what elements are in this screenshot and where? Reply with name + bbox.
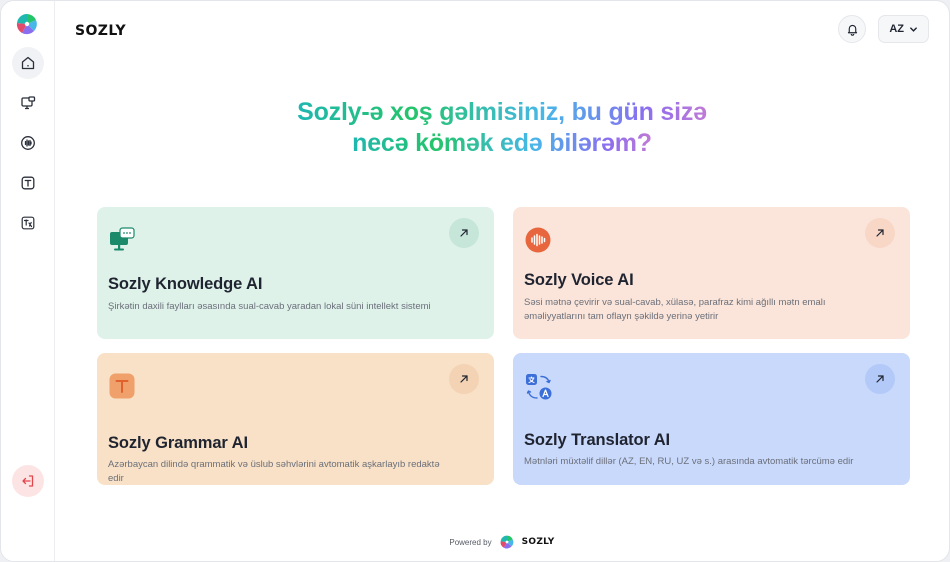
notifications-button[interactable] <box>838 15 867 43</box>
sozly-logo-icon <box>500 535 513 549</box>
app-window: SOZLY AZ Sozly-ə xoş gəlmisiniz, bu gün … <box>0 0 950 562</box>
arrow-up-right-icon <box>460 375 468 383</box>
brand-wordmark: SOZLY <box>75 23 127 39</box>
home-icon <box>21 56 35 70</box>
sozly-logo-icon[interactable] <box>16 13 38 35</box>
card-description: Şirkətin daxili faylları əsasında sual-c… <box>108 301 431 312</box>
card-description: Mətnləri müxtəlif dillər (AZ, EN, RU, UZ… <box>524 456 854 467</box>
arrow-up-right-icon <box>876 229 884 237</box>
grammar-icon <box>21 176 35 190</box>
card-title: Sozly Knowledge AI <box>108 275 263 293</box>
arrow-up-right-icon <box>460 229 468 237</box>
voice-wave-icon <box>525 227 551 253</box>
language-selector[interactable]: AZ <box>878 15 929 43</box>
sidebar-item-voice[interactable] <box>12 127 44 159</box>
knowledge-monitor-icon <box>110 227 135 251</box>
welcome-line-2: necə kömək edə bilərəm? <box>352 129 652 157</box>
sidebar-item-knowledge[interactable] <box>12 87 44 119</box>
translate-icon <box>526 374 552 400</box>
grammar-text-icon <box>109 373 135 399</box>
welcome-line-1: Sozly-ə xoş gəlmisiniz, bu gün sizə <box>297 98 707 126</box>
logout-button[interactable] <box>12 465 44 497</box>
arrow-up-right-icon <box>876 375 884 383</box>
header-actions: AZ <box>838 15 929 43</box>
knowledge-icon <box>21 96 36 110</box>
footer: Powered by SOZLY <box>55 535 949 549</box>
voice-icon <box>21 136 35 150</box>
open-arrow-button[interactable] <box>865 364 895 394</box>
logout-icon <box>22 475 34 487</box>
translator-icon <box>21 216 35 230</box>
card-description: Azərbaycan dilində qrammatik və üslub sə… <box>108 459 440 484</box>
open-arrow-button[interactable] <box>865 218 895 248</box>
open-arrow-button[interactable] <box>449 364 479 394</box>
language-label: AZ <box>889 23 904 35</box>
chevron-down-icon <box>910 26 917 32</box>
sidebar-item-grammar[interactable] <box>12 167 44 199</box>
brand-logo[interactable]: SOZLY <box>75 22 127 39</box>
sidebar <box>1 1 55 561</box>
sidebar-item-translator[interactable] <box>12 207 44 239</box>
card-description: Səsi mətnə çevirir və sual-cavab, xülasə… <box>524 297 826 322</box>
sidebar-item-home[interactable] <box>12 47 44 79</box>
card-title: Sozly Translator AI <box>524 431 671 449</box>
card-title: Sozly Voice AI <box>524 271 634 289</box>
welcome-heading: Sozly-ə xoş gəlmisiniz, bu gün sizə necə… <box>55 97 949 159</box>
card-title: Sozly Grammar AI <box>108 434 248 452</box>
card-knowledge-ai[interactable]: Sozly Knowledge AI Şirkətin daxili fayll… <box>97 207 494 339</box>
card-translator-ai[interactable]: Sozly Translator AI Mətnləri müxtəlif di… <box>513 353 910 485</box>
card-voice-ai[interactable]: Sozly Voice AI Səsi mətnə çevirir və sua… <box>513 207 910 339</box>
footer-brand: SOZLY <box>521 537 555 547</box>
powered-by-label: Powered by <box>449 537 492 547</box>
card-grammar-ai[interactable]: Sozly Grammar AI Azərbaycan dilində qram… <box>97 353 494 485</box>
open-arrow-button[interactable] <box>449 218 479 248</box>
bell-icon <box>847 24 857 36</box>
